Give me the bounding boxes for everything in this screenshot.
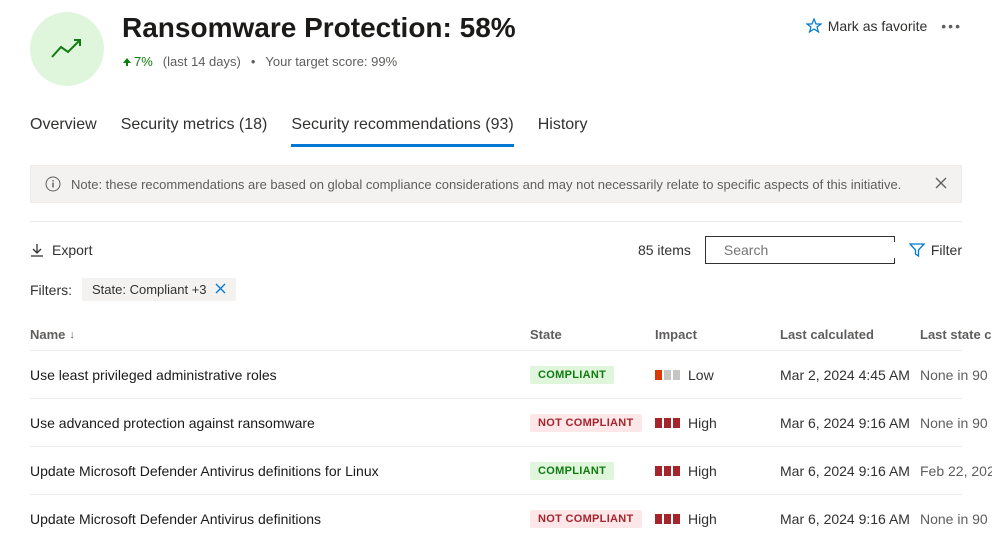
info-note: Note: these recommendations are based on… [30,165,962,203]
impact-bars-icon [655,370,680,380]
col-impact[interactable]: Impact [655,327,780,342]
last-calculated-cell: Mar 2, 2024 4:45 AM [780,367,920,383]
trend-period: (last 14 days) [163,54,241,69]
tab-history[interactable]: History [538,110,588,147]
page-title: Ransomware Protection: 58% [122,12,788,44]
impact-label: High [688,415,717,431]
separator-dot: • [251,54,256,69]
favorite-button[interactable]: Mark as favorite [806,18,928,34]
impact-bars-icon [655,418,680,428]
filter-icon [909,243,925,257]
target-score: Your target score: 99% [265,54,397,69]
impact-cell: High [655,415,780,431]
col-last-calculated[interactable]: Last calculated [780,327,920,342]
arrow-up-icon [122,57,132,67]
filter-chip-label: State: Compliant +3 [92,282,207,297]
state-cell: COMPLIANT [530,365,655,384]
table-header: Name ↓ State Impact Last calculated Last… [30,319,962,350]
table-row[interactable]: Update Microsoft Defender Antivirus defi… [30,494,962,542]
trend-value: 7% [122,54,153,69]
last-calculated-cell: Mar 6, 2024 9:16 AM [780,415,920,431]
impact-label: Low [688,367,714,383]
impact-cell: High [655,511,780,527]
col-name[interactable]: Name ↓ [30,327,530,342]
recommendation-name[interactable]: Use least privileged administrative role… [30,367,530,383]
impact-cell: High [655,463,780,479]
close-note-button[interactable] [935,177,947,192]
recommendations-table: Name ↓ State Impact Last calculated Last… [30,319,962,542]
state-badge: COMPLIANT [530,462,614,480]
more-button[interactable]: ••• [941,18,962,34]
search-box[interactable] [705,236,895,264]
info-icon [45,176,61,192]
filter-button[interactable]: Filter [909,242,962,258]
last-state-change-cell: Feb 22, 2024 [920,463,992,479]
table-row[interactable]: Use least privileged administrative role… [30,350,962,398]
col-state[interactable]: State [530,327,655,342]
last-state-change-cell: None in 90 d [920,415,992,431]
export-label: Export [52,242,92,258]
recommendation-name[interactable]: Update Microsoft Defender Antivirus defi… [30,511,530,527]
page-subline: 7% (last 14 days) • Your target score: 9… [122,54,788,69]
recommendation-name[interactable]: Use advanced protection against ransomwa… [30,415,530,431]
initiative-icon [30,12,104,86]
state-cell: COMPLIANT [530,461,655,480]
favorite-label: Mark as favorite [828,18,928,34]
info-note-text: Note: these recommendations are based on… [71,177,901,192]
trend-up-icon [50,37,84,61]
recommendation-name[interactable]: Update Microsoft Defender Antivirus defi… [30,463,530,479]
star-icon [806,18,822,34]
impact-label: High [688,511,717,527]
filter-chip-state[interactable]: State: Compliant +3 [82,278,236,301]
last-calculated-cell: Mar 6, 2024 9:16 AM [780,463,920,479]
export-button[interactable]: Export [30,242,92,258]
filter-label: Filter [931,242,962,258]
impact-bars-icon [655,466,680,476]
trend-pct: 7% [134,54,153,69]
download-icon [30,243,44,257]
item-count: 85 items [638,242,691,258]
last-state-change-cell: None in 90 d [920,367,992,383]
state-badge: NOT COMPLIANT [530,510,642,528]
search-input[interactable] [724,242,905,258]
state-cell: NOT COMPLIANT [530,413,655,432]
impact-cell: Low [655,367,780,383]
table-row[interactable]: Use advanced protection against ransomwa… [30,398,962,446]
col-last-state-change[interactable]: Last state ch [920,327,992,342]
impact-label: High [688,463,717,479]
state-badge: COMPLIANT [530,366,614,384]
tab-security-metrics[interactable]: Security metrics (18) [121,110,268,147]
last-calculated-cell: Mar 6, 2024 9:16 AM [780,511,920,527]
filters-label: Filters: [30,282,72,298]
divider [30,221,962,222]
last-state-change-cell: None in 90 d [920,511,992,527]
remove-filter-icon[interactable] [215,282,226,297]
tabs: Overview Security metrics (18) Security … [30,110,962,147]
sort-desc-icon: ↓ [69,329,75,341]
impact-bars-icon [655,514,680,524]
table-row[interactable]: Update Microsoft Defender Antivirus defi… [30,446,962,494]
close-icon [935,177,947,189]
state-badge: NOT COMPLIANT [530,414,642,432]
tab-overview[interactable]: Overview [30,110,97,147]
state-cell: NOT COMPLIANT [530,509,655,528]
tab-security-recommendations[interactable]: Security recommendations (93) [291,110,513,147]
